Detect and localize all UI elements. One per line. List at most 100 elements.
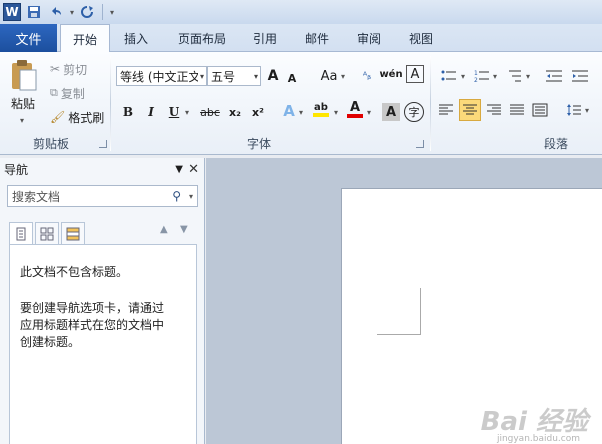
nav-next-icon[interactable]: ▼: [180, 224, 188, 235]
clipboard-group-label: 剪贴板: [32, 137, 69, 151]
tab-references[interactable]: 引用: [246, 24, 284, 52]
format-painter-button[interactable]: 🖌 格式刷: [50, 106, 106, 128]
character-shading-icon[interactable]: A: [382, 103, 400, 121]
tab-review[interactable]: 审阅: [350, 24, 388, 52]
numbering-icon[interactable]: 12: [472, 65, 492, 87]
text-effects-icon[interactable]: A: [280, 100, 298, 122]
align-right-icon[interactable]: [484, 99, 504, 121]
tab-results[interactable]: [61, 222, 85, 245]
shrink-font-icon[interactable]: A: [284, 67, 300, 89]
pages-grid-icon: [40, 227, 54, 240]
chevron-down-icon: ▾: [199, 71, 204, 81]
tab-mailings[interactable]: 邮件: [298, 24, 336, 52]
align-left-icon[interactable]: [436, 99, 456, 121]
cut-button[interactable]: ✂ 剪切: [50, 58, 96, 80]
close-icon[interactable]: ✕: [188, 162, 199, 177]
nav-options-icon[interactable]: ▼: [175, 164, 183, 175]
font-color-icon[interactable]: A: [346, 98, 364, 120]
save-icon[interactable]: [25, 3, 43, 21]
copy-label: 复制: [60, 86, 85, 101]
font-color-label: A: [349, 99, 361, 115]
multilevel-list-icon[interactable]: [505, 65, 525, 87]
font-launcher-icon[interactable]: [416, 140, 424, 148]
ribbon-tab-bar: 文件 开始 插入 页面布局 引用 邮件 审阅 视图: [0, 24, 602, 53]
qat-separator: [102, 4, 104, 20]
nav-search-input[interactable]: 搜索文档 ⚲ ▾: [7, 185, 198, 207]
nav-header: 导航 ▼ ✕: [0, 158, 205, 180]
search-dropdown-icon[interactable]: ▾: [189, 192, 193, 201]
watermark-url: jingyan.baidu.com: [496, 434, 580, 444]
tab-pages[interactable]: [35, 222, 59, 245]
tab-view[interactable]: 视图: [402, 24, 440, 52]
increase-indent-icon[interactable]: [570, 65, 590, 87]
font-name-combo[interactable]: 等线 (中文正文 ▾: [116, 66, 207, 86]
tab-page-layout[interactable]: 页面布局: [172, 24, 232, 52]
highlight-icon[interactable]: ab: [311, 98, 331, 120]
multilevel-dropdown-icon[interactable]: ▾: [526, 72, 530, 81]
group-separator: [430, 56, 431, 151]
underline-icon[interactable]: U: [166, 101, 182, 123]
numbering-dropdown-icon[interactable]: ▾: [493, 72, 497, 81]
undo-icon[interactable]: [47, 3, 65, 21]
justify-icon[interactable]: [507, 99, 527, 121]
nav-no-headings-message: 此文档不包含标题。: [20, 265, 129, 279]
redo-icon[interactable]: [78, 3, 96, 21]
nav-search-placeholder: 搜索文档: [12, 189, 61, 204]
bullets-dropdown-icon[interactable]: ▾: [461, 72, 465, 81]
clipboard-launcher-icon[interactable]: [99, 140, 107, 148]
underline-dropdown-icon[interactable]: ▾: [185, 108, 189, 117]
subscript-icon[interactable]: x₂: [226, 101, 244, 123]
highlight-dropdown-icon[interactable]: ▾: [334, 108, 338, 117]
grow-font-icon[interactable]: A: [264, 65, 282, 87]
clear-formatting-icon[interactable]: ᴬᵦ: [358, 65, 376, 87]
brush-icon: 🖌: [50, 110, 66, 124]
chevron-down-icon: ▾: [253, 71, 258, 81]
group-separator: [110, 56, 111, 151]
change-case-button[interactable]: Aa: [318, 65, 340, 87]
nav-instruction-message: 要创建导航选项卡，请通过应用标题样式在您的文档中创建标题。: [20, 301, 165, 349]
italic-icon[interactable]: I: [143, 101, 159, 123]
tab-home[interactable]: 开始: [60, 24, 110, 53]
watermark-logo: Bai 经验: [480, 407, 588, 437]
nav-title: 导航: [4, 162, 29, 177]
bold-icon[interactable]: B: [120, 101, 136, 123]
superscript-icon[interactable]: x²: [249, 101, 267, 123]
text-effects-dropdown-icon[interactable]: ▾: [299, 108, 303, 117]
paragraph-group-label: 段落: [543, 137, 568, 151]
bullets-icon[interactable]: [438, 65, 460, 87]
customize-qat-icon[interactable]: ▾: [110, 8, 114, 17]
enclose-characters-icon[interactable]: 字: [404, 102, 424, 122]
tab-headings[interactable]: [9, 222, 33, 245]
word-logo-icon[interactable]: W: [3, 3, 21, 21]
search-icon[interactable]: ⚲: [172, 189, 181, 203]
pinyin-guide-icon[interactable]: wén: [379, 63, 402, 85]
font-group-label: 字体: [246, 137, 271, 151]
align-center-icon[interactable]: [459, 99, 481, 121]
highlight-color-bar: [313, 112, 329, 117]
line-spacing-dropdown-icon[interactable]: ▾: [585, 106, 589, 115]
paste-dropdown-icon[interactable]: ▾: [20, 116, 24, 125]
margin-corner-mark: [420, 288, 421, 334]
change-case-dropdown-icon[interactable]: ▾: [341, 72, 345, 81]
line-spacing-icon[interactable]: [564, 99, 584, 121]
headings-icon: [16, 227, 26, 240]
undo-dropdown-icon[interactable]: ▾: [70, 8, 74, 17]
tab-insert[interactable]: 插入: [114, 24, 158, 52]
tab-file[interactable]: 文件: [0, 24, 57, 52]
paste-icon[interactable]: [6, 56, 40, 96]
results-icon: [66, 227, 80, 240]
font-color-dropdown-icon[interactable]: ▾: [367, 108, 371, 117]
document-area[interactable]: Bai 经验 jingyan.baidu.com: [206, 158, 602, 444]
ribbon-home: 粘贴 ▾ ✂ 剪切 ⧉ 复制 🖌 格式刷 剪贴板 等线 (中文正文 ▾ 五号 ▾…: [0, 52, 602, 155]
strikethrough-icon[interactable]: abc: [200, 101, 220, 123]
character-border-icon[interactable]: A: [406, 65, 424, 83]
nav-previous-icon[interactable]: ▲: [160, 224, 168, 235]
scissors-icon: ✂: [50, 62, 61, 76]
font-size-combo[interactable]: 五号 ▾: [207, 66, 261, 86]
svg-text:2: 2: [474, 77, 478, 83]
distributed-icon[interactable]: [530, 99, 550, 121]
decrease-indent-icon[interactable]: [544, 65, 564, 87]
font-color-bar: [347, 113, 363, 118]
copy-button[interactable]: ⧉ 复制: [50, 82, 96, 104]
paste-button-label[interactable]: 粘贴: [4, 92, 42, 114]
